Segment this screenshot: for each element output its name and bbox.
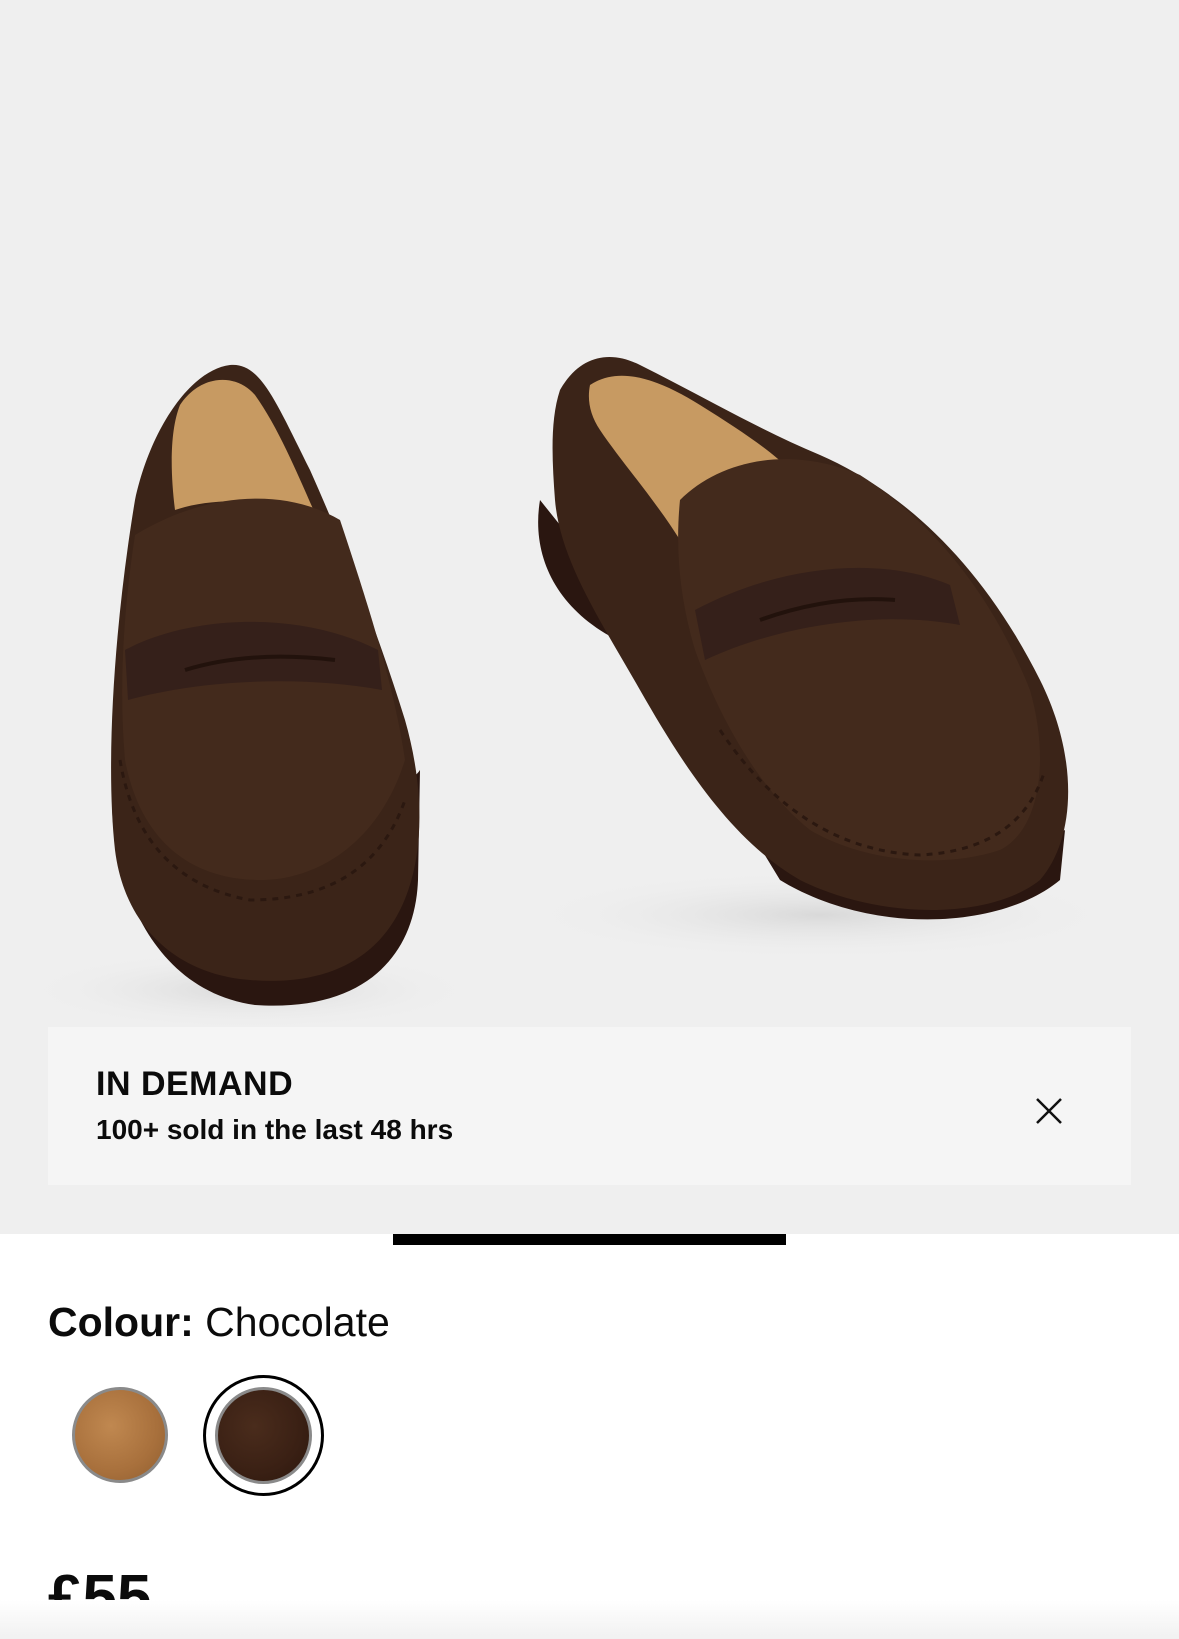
demand-title: IN DEMAND: [96, 1065, 294, 1103]
left-shoe: [111, 364, 420, 1006]
in-demand-banner: IN DEMAND 100+ sold in the last 48 hrs: [48, 1027, 1131, 1185]
colour-label: Colour:: [48, 1299, 194, 1345]
right-shoe: [538, 357, 1069, 920]
close-icon: [1036, 1098, 1062, 1124]
gallery-progress-fill: [393, 1234, 786, 1245]
colour-swatch-chocolate[interactable]: [215, 1387, 312, 1484]
demand-subtitle: 100+ sold in the last 48 hrs: [96, 1114, 454, 1145]
close-banner-button[interactable]: [1018, 1080, 1080, 1142]
colour-heading: Colour: Chocolate: [48, 1299, 390, 1346]
gallery-progress-bar: [393, 1234, 786, 1245]
colour-value: Chocolate: [205, 1299, 390, 1345]
product-image-gallery[interactable]: IN DEMAND 100+ sold in the last 48 hrs: [0, 0, 1179, 1234]
colour-swatch-tan[interactable]: [72, 1387, 168, 1483]
bottom-shade: [0, 1600, 1179, 1639]
